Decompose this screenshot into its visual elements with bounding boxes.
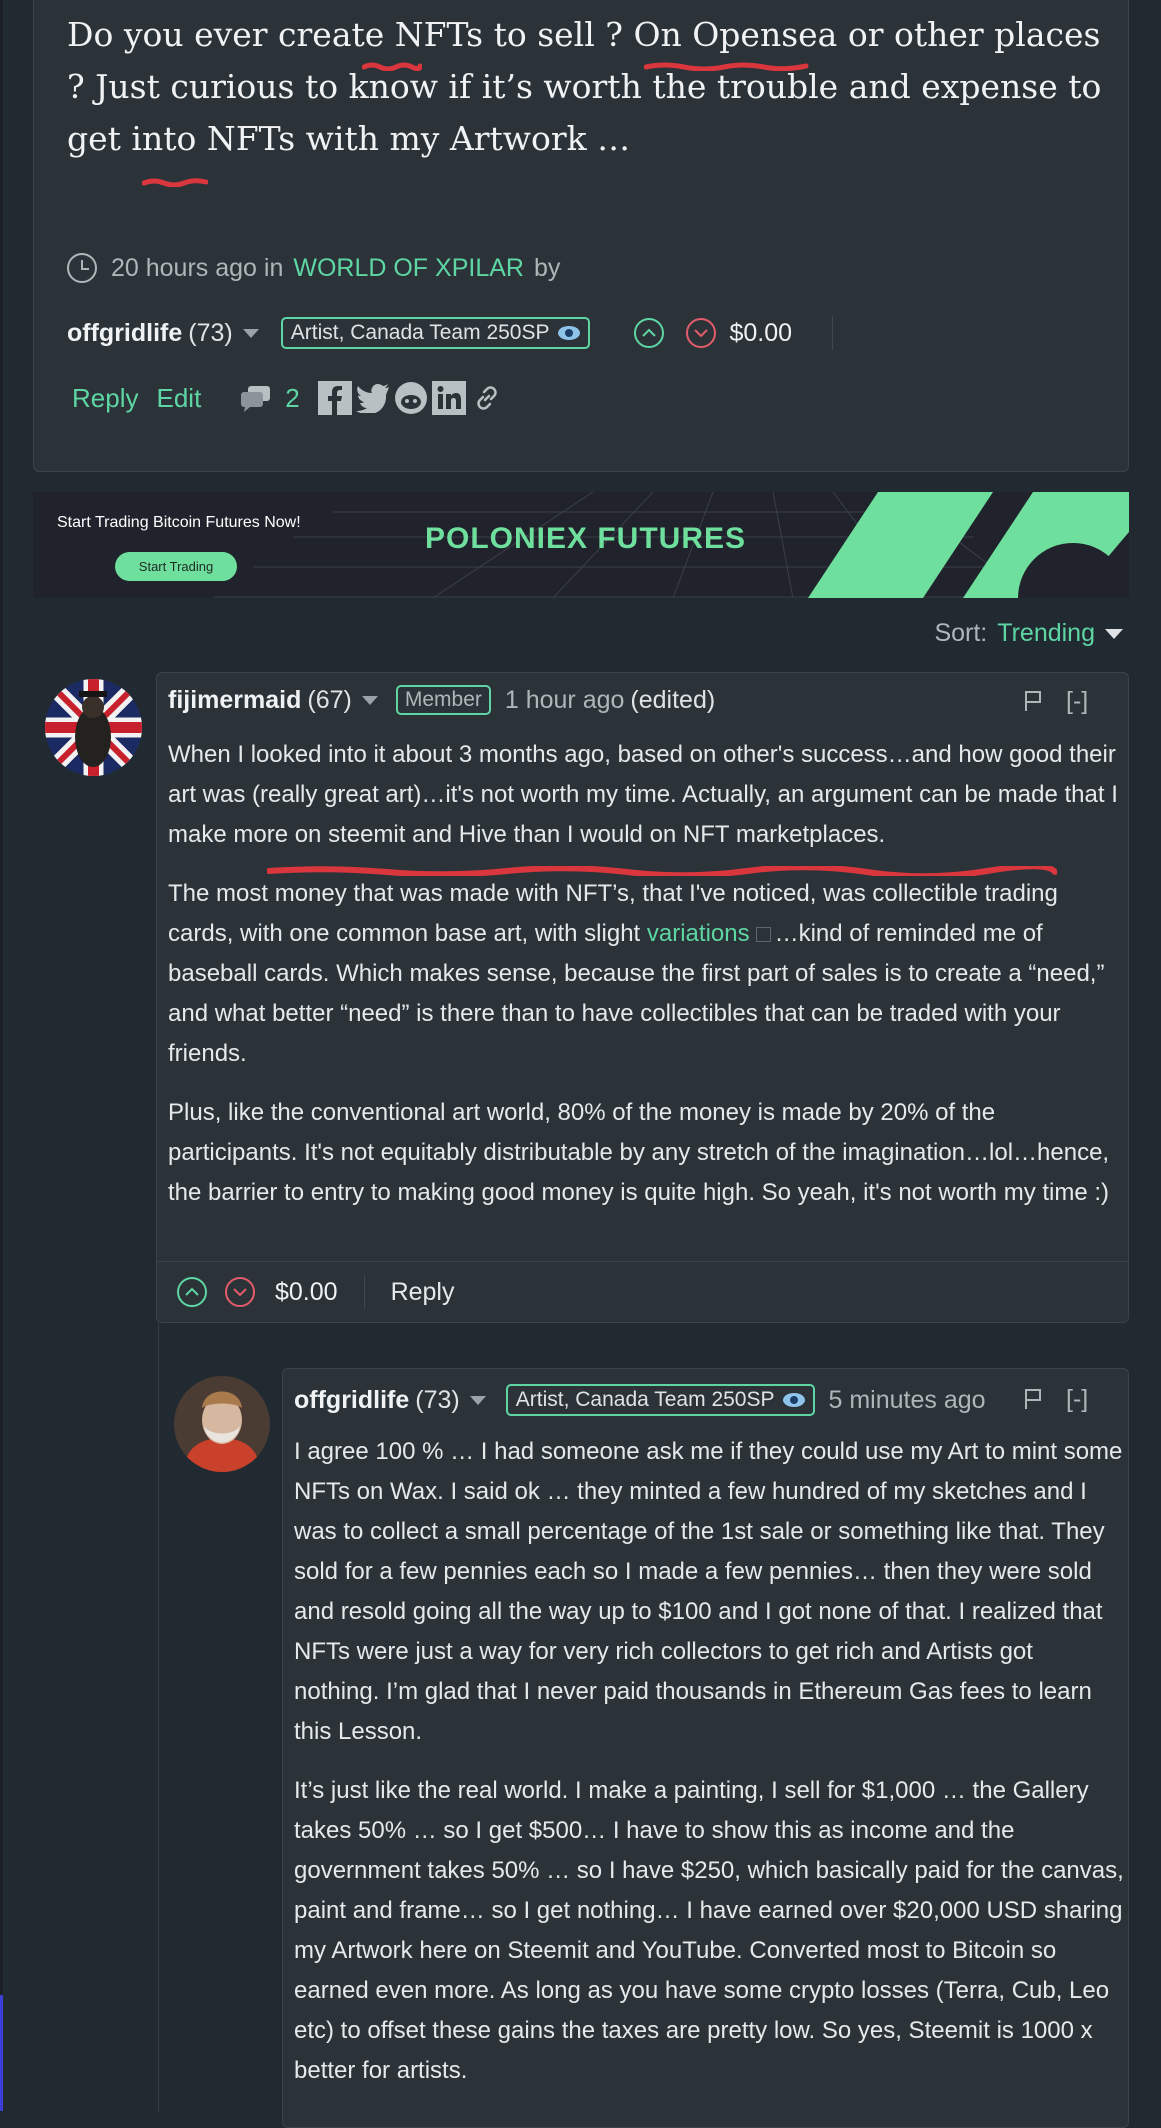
divider [157,1261,1128,1262]
collapse-button[interactable]: [-] [1066,687,1088,716]
collapse-button[interactable]: [-] [1066,1385,1088,1414]
comment-body: When I looked into it about 3 months ago… [168,735,1118,1232]
ad-tagline: Start Trading Bitcoin Futures Now! [57,514,301,531]
post-card: Do you ever create NFTs to sell ? On Ope… [33,0,1129,472]
post-body: Do you ever create NFTs to sell ? On Ope… [67,15,1102,158]
page-left-accent [0,1995,3,2111]
external-link-icon [755,927,771,942]
comment-author[interactable]: fijimermaid [168,686,301,715]
eye-icon [782,1393,805,1407]
post-by: by [533,253,561,282]
sort-control[interactable]: Sort: Trending [934,619,1123,648]
chevron-down-icon [233,1288,247,1297]
chevron-up-icon [641,328,656,337]
author-badge: Artist, Canada Team 250SP [280,317,590,349]
comment-paragraph: I agree 100 % … I had someone ask me if … [294,1438,1123,1745]
thread-line [158,1323,159,2113]
chevron-down-icon[interactable] [1105,628,1123,639]
divider [363,1275,365,1309]
comment-paragraph: When I looked into it about 3 months ago… [168,741,1118,848]
comment-payout[interactable]: $0.00 [275,1278,338,1307]
chevron-down-icon[interactable] [361,695,378,705]
comment-reputation: (67) [307,685,352,714]
comment-card: fijimermaid (67) Member 1 hour ago (edit… [156,672,1129,1323]
comment-edited: (edited) [630,685,716,714]
comment-time[interactable]: 5 minutes ago [829,1386,986,1415]
link-icon[interactable] [470,381,504,415]
post-meta: 20 hours ago in WORLD OF XPILAR by [67,253,560,283]
sort-value[interactable]: Trending [997,619,1095,648]
ad-start-trading-button[interactable]: Start Trading [115,552,237,581]
flag-icon[interactable] [1023,689,1043,720]
member-badge: Member [395,685,491,715]
chevron-down-icon[interactable] [469,1395,486,1405]
comment-paragraph: It’s just like the real world. I make a … [294,1777,1124,2084]
annotation-squiggle [644,62,809,71]
comment-body: I agree 100 % … I had someone ask me if … [294,1432,1124,2110]
comment-count[interactable]: 2 [285,383,299,414]
comment-card: offgridlife (73) Artist, Canada Team 250… [282,1368,1129,2128]
comment-footer: $0.00 Reply [177,1275,454,1309]
comment-author[interactable]: offgridlife [294,1386,409,1415]
comment-time[interactable]: 1 hour ago [505,686,625,715]
comment-header: fijimermaid (67) Member 1 hour ago (edit… [168,685,715,715]
author-badge-label: Artist, Canada Team 250SP [515,1388,775,1411]
chevron-down-icon[interactable] [242,328,259,338]
post-payout[interactable]: $0.00 [730,319,793,348]
author-badge-label: Artist, Canada Team 250SP [290,321,550,344]
annotation-squiggle [142,178,208,187]
annotation-squiggle [267,866,1057,876]
avatar[interactable] [45,679,142,776]
variations-link[interactable]: variations [647,920,750,947]
reddit-icon[interactable] [394,381,428,415]
flag-icon[interactable] [1023,1387,1043,1418]
reply-button[interactable]: Reply [72,383,138,414]
eye-icon [557,326,580,340]
avatar[interactable] [174,1376,270,1472]
community-link[interactable]: WORLD OF XPILAR [293,254,524,283]
comment-paragraph: Plus, like the conventional art world, 8… [168,1099,1110,1206]
post-author-row: offgridlife (73) Artist, Canada Team 250… [67,316,834,350]
comment-paragraph: The most money that was made with NFT’s,… [168,874,1118,1074]
page-left-edge [0,0,3,2111]
facebook-icon[interactable] [317,381,352,415]
reply-button[interactable]: Reply [391,1278,455,1307]
upvote-button[interactable] [177,1277,207,1307]
author-badge: Artist, Canada Team 250SP [505,1384,815,1416]
ad-banner[interactable]: Start Trading Bitcoin Futures Now! Start… [33,492,1129,598]
author-reputation: (73) [188,318,233,347]
comment-header: offgridlife (73) Artist, Canada Team 250… [294,1384,986,1416]
downvote-button[interactable] [225,1277,255,1307]
sort-label: Sort: [934,619,988,647]
post-actions: Reply Edit 2 [72,381,508,415]
chevron-down-icon [693,329,708,338]
author-name[interactable]: offgridlife [67,319,182,348]
downvote-button[interactable] [685,318,716,348]
comment-reputation: (73) [415,1385,460,1414]
clock-icon [67,253,97,283]
annotation-squiggle [362,62,422,71]
ad-logo: POLONIEX FUTURES [425,522,747,555]
twitter-icon[interactable] [355,381,390,415]
upvote-button[interactable] [633,318,664,348]
edit-button[interactable]: Edit [156,383,201,414]
post-time: 20 hours ago in [111,253,284,282]
chevron-up-icon [185,1287,199,1296]
divider [832,316,834,350]
linkedin-icon[interactable] [431,381,466,415]
comments-icon[interactable] [239,383,273,413]
